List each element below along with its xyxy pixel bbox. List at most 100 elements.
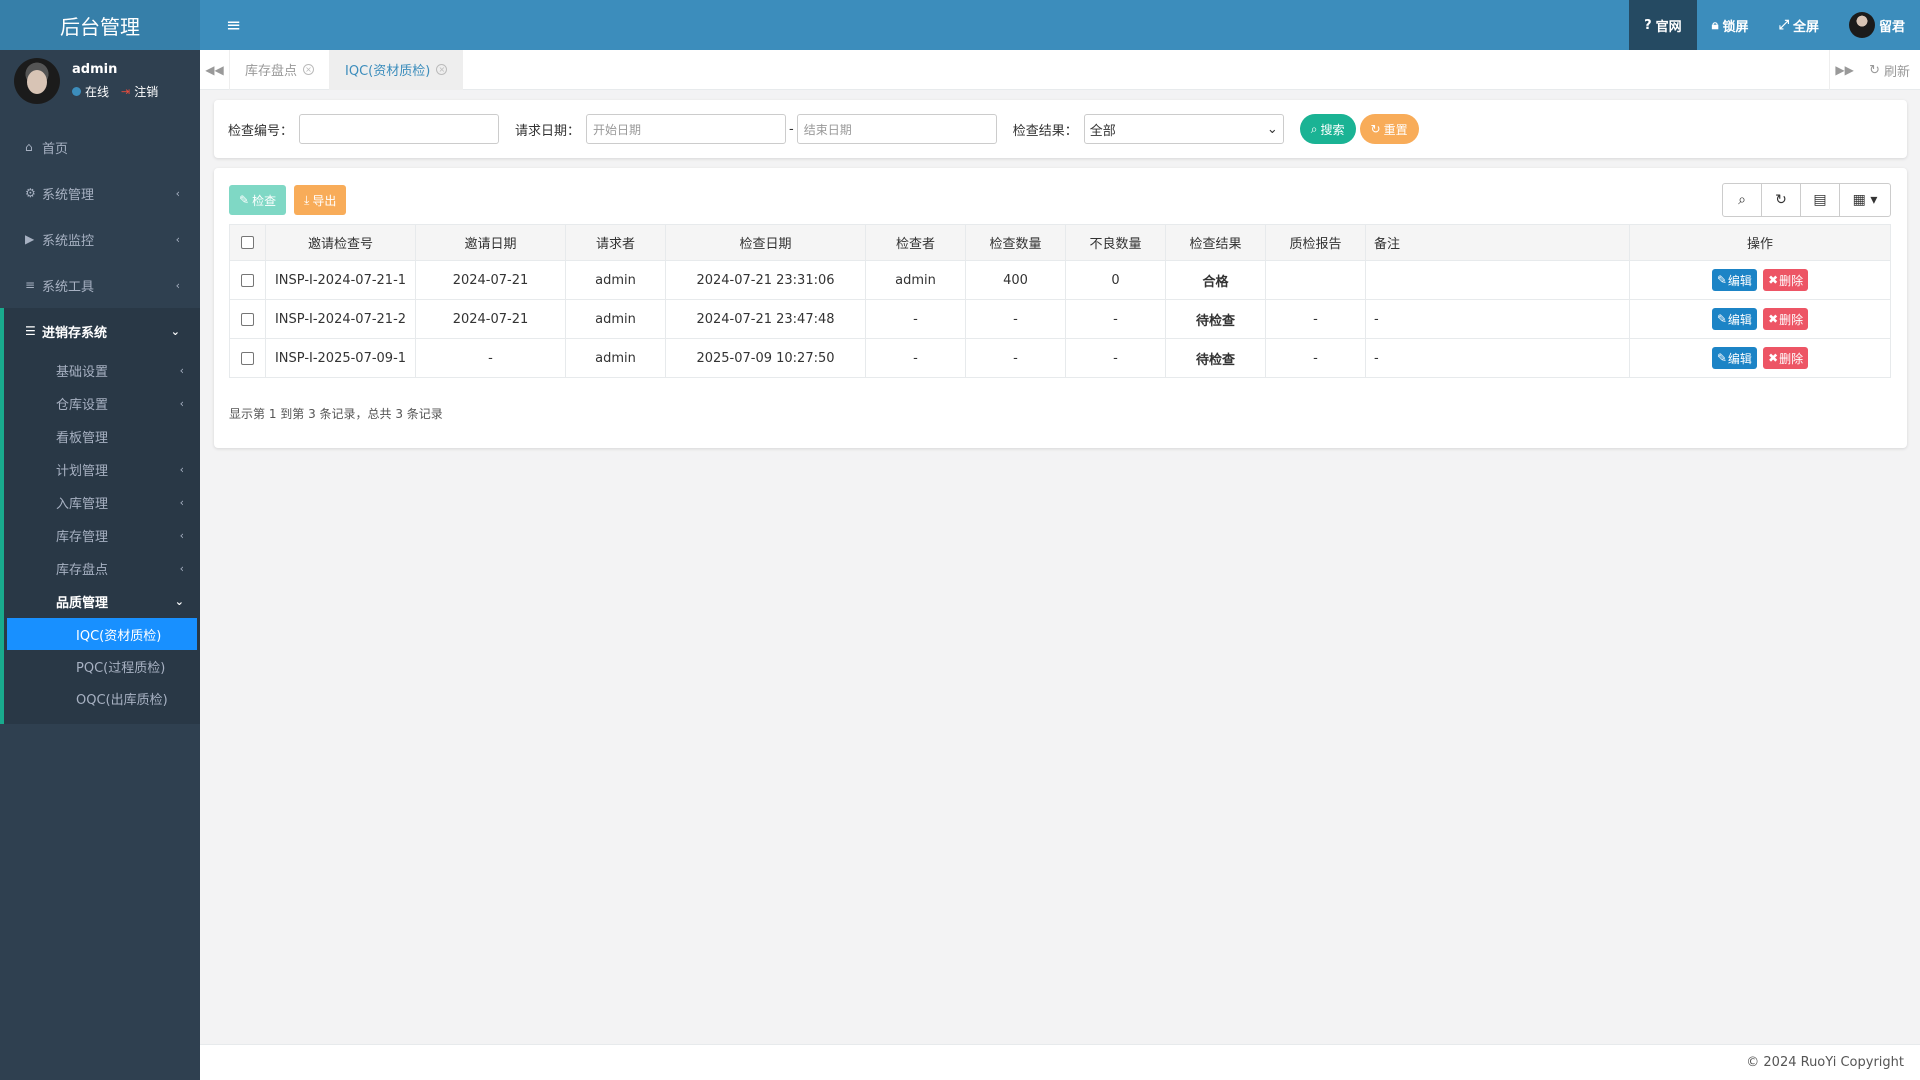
- tab-scroll-left-icon[interactable]: ◀◀: [200, 49, 230, 90]
- chevron-down-icon: ⌄: [174, 595, 184, 608]
- tab-stocktake[interactable]: 库存盘点 ×: [230, 49, 331, 90]
- tab-iqc[interactable]: IQC(资材质检) ×: [330, 49, 464, 90]
- logout-link[interactable]: 注销: [134, 83, 158, 100]
- avatar[interactable]: [14, 58, 60, 104]
- col-header[interactable]: 检查数量: [965, 224, 1066, 261]
- col-header[interactable]: 检查者: [865, 224, 966, 261]
- check-button[interactable]: ✎ 检查: [229, 185, 287, 215]
- edit-icon: ✎: [1716, 351, 1727, 365]
- logout-icon[interactable]: ⇥: [121, 85, 130, 98]
- cell-invite-date: -: [415, 338, 566, 378]
- sidebar-item-pqc[interactable]: PQC(过程质检): [4, 650, 200, 682]
- close-icon[interactable]: ×: [436, 64, 448, 75]
- chevron-left-icon: ‹: [179, 562, 184, 575]
- col-header[interactable]: 质检报告: [1265, 224, 1366, 261]
- sidebar-item-quality[interactable]: 品质管理 ⌄: [4, 585, 200, 618]
- reset-button[interactable]: ↻ 重置: [1359, 114, 1419, 144]
- close-icon[interactable]: ×: [303, 64, 315, 75]
- cell-bad: -: [1065, 338, 1166, 378]
- website-link[interactable]: ? 官网: [1629, 0, 1697, 50]
- sidebar-item-home[interactable]: ⌂ 首页: [0, 124, 200, 170]
- row-checkbox[interactable]: [241, 273, 254, 287]
- edit-icon: ✎: [1716, 312, 1727, 326]
- user-menu[interactable]: 留君: [1834, 0, 1920, 50]
- table-row[interactable]: INSP-I-2024-07-21-1 2024-07-21 admin 202…: [229, 260, 1891, 300]
- check-button-label: 检查: [252, 193, 277, 208]
- cell-requester: admin: [565, 299, 666, 339]
- sidebar-item-kanban[interactable]: 看板管理: [4, 420, 200, 453]
- video-camera-icon: ▶: [25, 232, 35, 246]
- search-button[interactable]: ⌕ 搜索: [1299, 114, 1356, 144]
- tab-label: 库存盘点: [245, 64, 298, 79]
- lock-screen-button[interactable]: 🔒︎ 锁屏: [1697, 0, 1764, 50]
- refresh-icon[interactable]: ↻: [1762, 184, 1801, 216]
- start-date-input[interactable]: 开始日期: [586, 114, 787, 144]
- col-header[interactable]: 邀请日期: [415, 224, 566, 261]
- table-row[interactable]: INSP-I-2024-07-21-2 2024-07-21 admin 202…: [229, 299, 1891, 339]
- edit-label: 编辑: [1727, 351, 1752, 366]
- col-header[interactable]: 请求者: [565, 224, 666, 261]
- sidebar-item-inventory[interactable]: 库存管理 ‹: [4, 519, 200, 552]
- edit-label: 编辑: [1727, 273, 1752, 288]
- columns-icon[interactable]: ▦ ▾: [1840, 184, 1890, 216]
- table-row[interactable]: INSP-I-2025-07-09-1 - admin 2025-07-09 1…: [229, 338, 1891, 378]
- erp-submenu: 基础设置 ‹ 仓库设置 ‹ 看板管理 计划管理 ‹ 入库管理 ‹ 库存管理 ‹ 库存盘点 ‹…: [0, 354, 200, 724]
- remove-icon: ✖: [1768, 273, 1779, 287]
- delete-button[interactable]: ✖ 删除: [1763, 347, 1809, 369]
- fullscreen-button[interactable]: ⤢ 全屏: [1764, 0, 1834, 50]
- cell-checker: admin: [865, 260, 966, 300]
- delete-button[interactable]: ✖ 删除: [1763, 269, 1809, 291]
- col-header[interactable]: 检查结果: [1165, 224, 1266, 261]
- delete-button[interactable]: ✖ 删除: [1763, 308, 1809, 330]
- result-select[interactable]: 全部 ⌄: [1083, 114, 1284, 144]
- code-input[interactable]: [299, 114, 500, 144]
- expand-icon: ⤢: [1778, 17, 1789, 33]
- sidebar-item-oqc[interactable]: OQC(出库质检): [4, 682, 200, 714]
- chevron-left-icon: ‹: [179, 529, 184, 542]
- sidebar-item-basic-settings[interactable]: 基础设置 ‹: [4, 354, 200, 387]
- sidebar-item-system[interactable]: ⚙ 系统管理 ‹: [0, 170, 200, 216]
- hamburger-menu-icon[interactable]: ≡: [226, 15, 241, 36]
- search-toggle-icon[interactable]: ⌕: [1723, 184, 1762, 216]
- sidebar-item-erp[interactable]: ☰ 进销存系统 ⌄: [0, 308, 200, 354]
- delete-label: 删除: [1779, 312, 1804, 327]
- remove-icon: ✖: [1768, 351, 1779, 365]
- date-label: 请求日期：: [515, 123, 581, 139]
- sidebar-item-iqc[interactable]: IQC(资材质检): [7, 618, 197, 650]
- end-date-input[interactable]: 结束日期: [796, 114, 997, 144]
- sidebar-item-plan[interactable]: 计划管理 ‹: [4, 453, 200, 486]
- sidebar-item-stocktake[interactable]: 库存盘点 ‹: [4, 552, 200, 585]
- result-select-value: 全部: [1089, 123, 1116, 139]
- col-header[interactable]: 不良数量: [1065, 224, 1166, 261]
- col-header[interactable]: 备注: [1365, 224, 1630, 261]
- tab-scroll-right-icon[interactable]: ▶▶: [1829, 50, 1859, 90]
- refresh-tab-button[interactable]: ↻ 刷新: [1859, 50, 1920, 90]
- row-checkbox[interactable]: [241, 351, 254, 365]
- chevron-down-icon: ⌄: [1266, 121, 1278, 137]
- col-header[interactable]: 检查日期: [665, 224, 866, 261]
- sidebar-item-tools[interactable]: ≡ 系统工具 ‹: [0, 262, 200, 308]
- table-panel: ✎ 检查 ⤓ 导出 ⌕ ↻ ▤ ▦ ▾ 邀请检查号 邀请日期 请求者 检查日期 检查…: [214, 168, 1907, 448]
- list-view-icon[interactable]: ▤: [1801, 184, 1840, 216]
- row-checkbox[interactable]: [241, 312, 254, 326]
- edit-button[interactable]: ✎ 编辑: [1711, 308, 1757, 330]
- select-all-checkbox[interactable]: [241, 236, 254, 249]
- sidebar-item-label: 系统监控: [42, 233, 95, 249]
- cell-result: 合格: [1165, 260, 1266, 300]
- sidebar-item-inbound[interactable]: 入库管理 ‹: [4, 486, 200, 519]
- date-separator: -: [789, 121, 794, 137]
- chevron-left-icon: ‹: [179, 463, 184, 476]
- cell-code: INSP-I-2025-07-09-1: [265, 338, 416, 378]
- data-table: 邀请检查号 邀请日期 请求者 检查日期 检查者 检查数量 不良数量 检查结果 质…: [229, 224, 1891, 378]
- refresh-icon: ↻: [1370, 122, 1381, 136]
- sidebar-item-monitor[interactable]: ▶ 系统监控 ‹: [0, 216, 200, 262]
- cell-note: [1365, 260, 1630, 300]
- cell-report: [1265, 260, 1366, 300]
- sidebar-item-warehouse-settings[interactable]: 仓库设置 ‹: [4, 387, 200, 420]
- col-header[interactable]: 邀请检查号: [265, 224, 416, 261]
- cell-actions: ✎ 编辑 ✖ 删除: [1629, 299, 1891, 339]
- export-button[interactable]: ⤓ 导出: [294, 185, 347, 215]
- edit-button[interactable]: ✎ 编辑: [1711, 269, 1757, 291]
- edit-button[interactable]: ✎ 编辑: [1711, 347, 1757, 369]
- tab-bar: ◀◀ 库存盘点 × IQC(资材质检) × ▶▶ ↻ 刷新: [200, 49, 1920, 90]
